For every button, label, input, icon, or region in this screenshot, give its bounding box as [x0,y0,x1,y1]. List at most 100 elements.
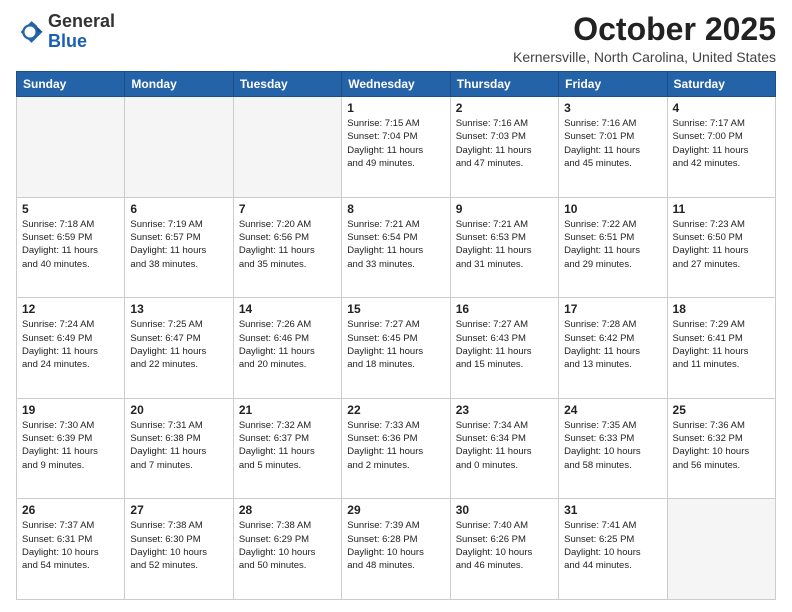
calendar-cell: 27 Sunrise: 7:38 AM Sunset: 6:30 PM Dayli… [125,499,233,600]
cell-info: Sunrise: 7:28 AM Sunset: 6:42 PM Dayligh… [564,318,661,371]
calendar-cell [667,499,775,600]
calendar-cell: 8Sunrise: 7:21 AM Sunset: 6:54 PM Daylig… [342,197,450,298]
day-number: 28 [239,503,336,517]
day-number: 19 [22,403,119,417]
day-number: 17 [564,302,661,316]
day-number: 30 [456,503,553,517]
calendar-cell: 15 Sunrise: 7:27 AM Sunset: 6:45 PM Dayli… [342,298,450,399]
day-header-saturday: Saturday [667,72,775,97]
cell-info: Sunrise: 7:33 AM Sunset: 6:36 PM Dayligh… [347,419,444,472]
cell-info: Sunrise: 7:40 AM Sunset: 6:26 PM Dayligh… [456,519,553,572]
calendar-cell: 4Sunrise: 7:17 AM Sunset: 7:00 PM Daylig… [667,97,775,198]
day-number: 23 [456,403,553,417]
calendar-cell: 13 Sunrise: 7:25 AM Sunset: 6:47 PM Dayli… [125,298,233,399]
day-number: 10 [564,202,661,216]
logo-text: General Blue [48,12,115,52]
calendar-cell: 21Sunrise: 7:32 AM Sunset: 6:37 PM Dayli… [233,398,341,499]
day-number: 27 [130,503,227,517]
cell-info: Sunrise: 7:34 AM Sunset: 6:34 PM Dayligh… [456,419,553,472]
week-row-5: 26 Sunrise: 7:37 AM Sunset: 6:31 PM Dayli… [17,499,776,600]
cell-info: Sunrise: 7:17 AM Sunset: 7:00 PM Dayligh… [673,117,770,170]
calendar-cell: 16Sunrise: 7:27 AM Sunset: 6:43 PM Dayli… [450,298,558,399]
title-block: October 2025 Kernersville, North Carolin… [513,12,776,65]
cell-info: Sunrise: 7:21 AM Sunset: 6:53 PM Dayligh… [456,218,553,271]
calendar-cell: 28 Sunrise: 7:38 AM Sunset: 6:29 PM Dayli… [233,499,341,600]
cell-info: Sunrise: 7:25 AM Sunset: 6:47 PM Dayligh… [130,318,227,371]
day-number: 25 [673,403,770,417]
calendar-cell: 10 Sunrise: 7:22 AM Sunset: 6:51 PM Dayli… [559,197,667,298]
calendar-cell: 11Sunrise: 7:23 AM Sunset: 6:50 PM Dayli… [667,197,775,298]
day-number: 29 [347,503,444,517]
logo-general-text: General [48,11,115,31]
day-number: 11 [673,202,770,216]
day-number: 26 [22,503,119,517]
day-number: 7 [239,202,336,216]
day-number: 13 [130,302,227,316]
calendar-cell: 26 Sunrise: 7:37 AM Sunset: 6:31 PM Dayli… [17,499,125,600]
cell-info: Sunrise: 7:38 AM Sunset: 6:30 PM Dayligh… [130,519,227,572]
cell-info: Sunrise: 7:38 AM Sunset: 6:29 PM Dayligh… [239,519,336,572]
day-header-row: SundayMondayTuesdayWednesdayThursdayFrid… [17,72,776,97]
cell-info: Sunrise: 7:29 AM Sunset: 6:41 PM Dayligh… [673,318,770,371]
cell-info: Sunrise: 7:15 AM Sunset: 7:04 PM Dayligh… [347,117,444,170]
cell-info: Sunrise: 7:19 AM Sunset: 6:57 PM Dayligh… [130,218,227,271]
cell-info: Sunrise: 7:16 AM Sunset: 7:03 PM Dayligh… [456,117,553,170]
logo-icon [16,18,44,46]
day-header-thursday: Thursday [450,72,558,97]
calendar-cell: 9 Sunrise: 7:21 AM Sunset: 6:53 PM Daylig… [450,197,558,298]
cell-info: Sunrise: 7:20 AM Sunset: 6:56 PM Dayligh… [239,218,336,271]
logo: General Blue [16,12,115,52]
day-number: 3 [564,101,661,115]
calendar-cell: 22 Sunrise: 7:33 AM Sunset: 6:36 PM Dayli… [342,398,450,499]
calendar-cell: 24 Sunrise: 7:35 AM Sunset: 6:33 PM Dayli… [559,398,667,499]
day-number: 22 [347,403,444,417]
calendar-cell: 29 Sunrise: 7:39 AM Sunset: 6:28 PM Dayli… [342,499,450,600]
calendar-cell: 25Sunrise: 7:36 AM Sunset: 6:32 PM Dayli… [667,398,775,499]
calendar-cell: 23 Sunrise: 7:34 AM Sunset: 6:34 PM Dayli… [450,398,558,499]
day-number: 15 [347,302,444,316]
cell-info: Sunrise: 7:27 AM Sunset: 6:45 PM Dayligh… [347,318,444,371]
week-row-1: 1Sunrise: 7:15 AM Sunset: 7:04 PM Daylig… [17,97,776,198]
logo-blue-text: Blue [48,31,87,51]
day-number: 14 [239,302,336,316]
day-number: 20 [130,403,227,417]
day-number: 31 [564,503,661,517]
location: Kernersville, North Carolina, United Sta… [513,49,776,65]
day-number: 6 [130,202,227,216]
calendar: SundayMondayTuesdayWednesdayThursdayFrid… [16,71,776,600]
cell-info: Sunrise: 7:30 AM Sunset: 6:39 PM Dayligh… [22,419,119,472]
calendar-cell: 19 Sunrise: 7:30 AM Sunset: 6:39 PM Dayli… [17,398,125,499]
day-number: 18 [673,302,770,316]
cell-info: Sunrise: 7:18 AM Sunset: 6:59 PM Dayligh… [22,218,119,271]
week-row-3: 12Sunrise: 7:24 AM Sunset: 6:49 PM Dayli… [17,298,776,399]
calendar-cell: 17 Sunrise: 7:28 AM Sunset: 6:42 PM Dayli… [559,298,667,399]
day-number: 16 [456,302,553,316]
week-row-2: 5Sunrise: 7:18 AM Sunset: 6:59 PM Daylig… [17,197,776,298]
day-header-wednesday: Wednesday [342,72,450,97]
day-number: 21 [239,403,336,417]
calendar-cell: 12Sunrise: 7:24 AM Sunset: 6:49 PM Dayli… [17,298,125,399]
day-number: 24 [564,403,661,417]
cell-info: Sunrise: 7:37 AM Sunset: 6:31 PM Dayligh… [22,519,119,572]
calendar-cell: 7 Sunrise: 7:20 AM Sunset: 6:56 PM Daylig… [233,197,341,298]
day-number: 12 [22,302,119,316]
day-number: 9 [456,202,553,216]
cell-info: Sunrise: 7:41 AM Sunset: 6:25 PM Dayligh… [564,519,661,572]
calendar-cell: 5Sunrise: 7:18 AM Sunset: 6:59 PM Daylig… [17,197,125,298]
cell-info: Sunrise: 7:22 AM Sunset: 6:51 PM Dayligh… [564,218,661,271]
month-title: October 2025 [513,12,776,47]
day-header-friday: Friday [559,72,667,97]
week-row-4: 19 Sunrise: 7:30 AM Sunset: 6:39 PM Dayli… [17,398,776,499]
cell-info: Sunrise: 7:39 AM Sunset: 6:28 PM Dayligh… [347,519,444,572]
cell-info: Sunrise: 7:21 AM Sunset: 6:54 PM Dayligh… [347,218,444,271]
header: General Blue October 2025 Kernersville, … [16,12,776,65]
cell-info: Sunrise: 7:26 AM Sunset: 6:46 PM Dayligh… [239,318,336,371]
calendar-cell: 14 Sunrise: 7:26 AM Sunset: 6:46 PM Dayli… [233,298,341,399]
cell-info: Sunrise: 7:31 AM Sunset: 6:38 PM Dayligh… [130,419,227,472]
calendar-cell: 2Sunrise: 7:16 AM Sunset: 7:03 PM Daylig… [450,97,558,198]
calendar-cell: 1Sunrise: 7:15 AM Sunset: 7:04 PM Daylig… [342,97,450,198]
page: General Blue October 2025 Kernersville, … [0,0,792,612]
calendar-cell: 31 Sunrise: 7:41 AM Sunset: 6:25 PM Dayli… [559,499,667,600]
day-header-tuesday: Tuesday [233,72,341,97]
cell-info: Sunrise: 7:35 AM Sunset: 6:33 PM Dayligh… [564,419,661,472]
